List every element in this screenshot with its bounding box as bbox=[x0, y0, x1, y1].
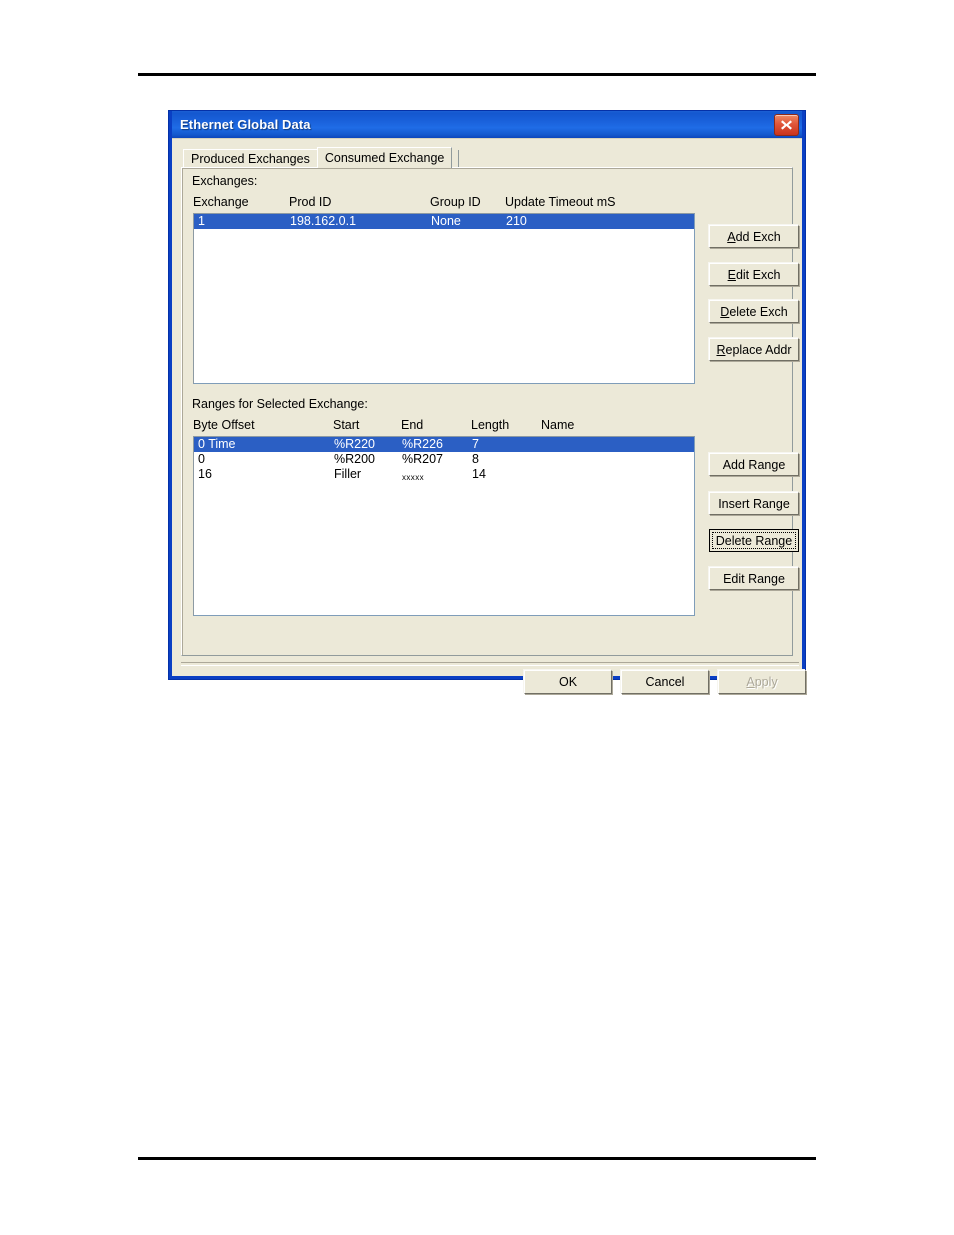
ethernet-global-data-dialog: Ethernet Global Data Produced Exchanges … bbox=[168, 110, 806, 694]
range-cell-length: 8 bbox=[472, 452, 479, 466]
range-cell-byte-offset: 0 bbox=[198, 452, 205, 466]
page-footer-rule bbox=[138, 1157, 816, 1160]
exchange-cell-exchange: 1 bbox=[198, 214, 205, 228]
range-cell-end: %R226 bbox=[402, 437, 443, 451]
tab-page-consumed-exchange: Exchanges: Exchange Prod ID Group ID Upd… bbox=[181, 167, 799, 656]
range-cell-byte-offset: 0 Time bbox=[198, 437, 236, 451]
exchanges-listbox[interactable]: 1 198.162.0.1 None 210 bbox=[193, 213, 695, 384]
footer-separator bbox=[181, 662, 799, 666]
exchange-cell-group-id: None bbox=[431, 214, 461, 228]
ranges-listbox[interactable]: 0 Time %R220 %R226 7 0 %R200 %R207 8 16 … bbox=[193, 436, 695, 616]
exchanges-col-group-id: Group ID bbox=[430, 195, 481, 209]
edit-exch-button[interactable]: Edit Exch bbox=[709, 263, 799, 286]
tab-strip: Produced Exchanges Consumed Exchange bbox=[181, 147, 793, 168]
dialog-titlebar[interactable]: Ethernet Global Data bbox=[172, 111, 802, 138]
ranges-col-name: Name bbox=[541, 418, 575, 432]
ranges-group-label: Ranges for Selected Exchange: bbox=[192, 397, 368, 411]
delete-range-button-label: Delete Range bbox=[715, 533, 793, 548]
add-range-button-label: Add Range bbox=[722, 457, 786, 472]
range-cell-start: Filler bbox=[334, 467, 362, 481]
cancel-button-label: Cancel bbox=[645, 675, 685, 689]
exchange-cell-timeout: 210 bbox=[506, 214, 527, 228]
insert-range-button[interactable]: Insert Range bbox=[709, 492, 799, 515]
ranges-col-start: Start bbox=[333, 418, 360, 432]
range-cell-start: %R200 bbox=[334, 452, 375, 466]
exchange-cell-prod-id: 198.162.0.1 bbox=[290, 214, 357, 228]
range-cell-start: %R220 bbox=[334, 437, 375, 451]
ranges-col-length: Length bbox=[471, 418, 510, 432]
dialog-title: Ethernet Global Data bbox=[180, 117, 311, 132]
dialog-client-area: Produced Exchanges Consumed Exchange Exc… bbox=[172, 138, 806, 694]
exchanges-col-prod-id: Prod ID bbox=[289, 195, 332, 209]
table-row[interactable]: 0 Time %R220 %R226 7 bbox=[194, 437, 694, 452]
range-cell-end: xxxxx bbox=[402, 473, 424, 482]
cancel-button[interactable]: Cancel bbox=[621, 670, 709, 694]
add-range-button[interactable]: Add Range bbox=[709, 453, 799, 476]
add-exch-button-label: Add Exch bbox=[727, 229, 781, 244]
tab-produced-exchanges[interactable]: Produced Exchanges bbox=[183, 149, 318, 168]
replace-addr-button-label: Replace Addr bbox=[716, 342, 792, 357]
table-row[interactable]: 1 198.162.0.1 None 210 bbox=[194, 214, 694, 229]
range-cell-byte-offset: 16 bbox=[198, 467, 212, 481]
ranges-col-end: End bbox=[401, 418, 424, 432]
replace-addr-button[interactable]: Replace Addr bbox=[709, 338, 799, 361]
ok-button-label: OK bbox=[558, 675, 578, 689]
tab-consumed-exchange[interactable]: Consumed Exchange bbox=[316, 147, 453, 168]
delete-exch-button[interactable]: Delete Exch bbox=[709, 300, 799, 323]
exchanges-group-label: Exchanges: bbox=[192, 174, 258, 188]
exchanges-col-exchange: Exchange bbox=[193, 195, 249, 209]
range-cell-length: 7 bbox=[472, 437, 479, 451]
insert-range-button-label: Insert Range bbox=[718, 496, 790, 511]
apply-button-label: Apply bbox=[746, 675, 778, 689]
page-header-rule bbox=[138, 73, 816, 76]
exchanges-column-headers: Exchange Prod ID Group ID Update Timeout… bbox=[193, 195, 693, 211]
edit-range-button[interactable]: Edit Range bbox=[709, 567, 799, 590]
tab-produced-exchanges-label: Produced Exchanges bbox=[191, 152, 310, 166]
tab-strip-divider bbox=[458, 150, 460, 167]
delete-range-button[interactable]: Delete Range bbox=[709, 529, 799, 552]
apply-button: Apply bbox=[718, 670, 806, 694]
ranges-col-byte-offset: Byte Offset bbox=[193, 418, 255, 432]
edit-exch-button-label: Edit Exch bbox=[727, 267, 781, 282]
ok-button[interactable]: OK bbox=[524, 670, 612, 694]
range-cell-end: %R207 bbox=[402, 452, 443, 466]
edit-range-button-label: Edit Range bbox=[723, 571, 785, 586]
exchanges-col-timeout: Update Timeout mS bbox=[505, 195, 616, 209]
ranges-column-headers: Byte Offset Start End Length Name bbox=[193, 418, 693, 434]
table-row[interactable]: 16 Filler xxxxx 14 bbox=[194, 467, 694, 482]
close-icon[interactable] bbox=[774, 113, 799, 136]
range-cell-length: 14 bbox=[472, 467, 486, 481]
delete-exch-button-label: Delete Exch bbox=[720, 304, 788, 319]
table-row[interactable]: 0 %R200 %R207 8 bbox=[194, 452, 694, 467]
add-exch-button[interactable]: Add Exch bbox=[709, 225, 799, 248]
tab-consumed-exchange-label: Consumed Exchange bbox=[324, 151, 445, 165]
